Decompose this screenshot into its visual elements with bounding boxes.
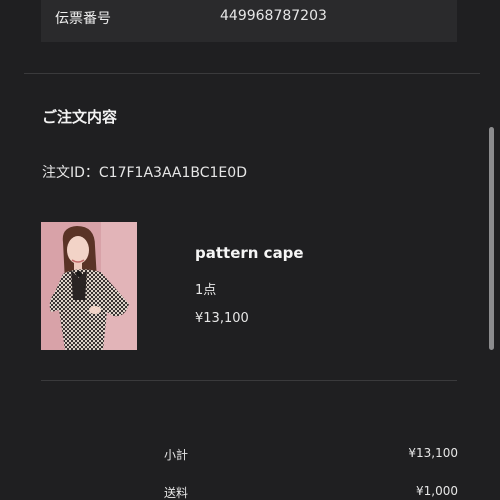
- tracking-number-label: 伝票番号: [55, 11, 111, 27]
- subtotal-value: ¥13,100: [408, 446, 458, 460]
- scrollbar-thumb[interactable]: [489, 127, 494, 350]
- section-divider: [24, 73, 480, 74]
- tracking-number-value: 449968787203: [220, 8, 327, 24]
- shipping-value: ¥1,000: [416, 484, 458, 498]
- shipping-label: 送料: [164, 486, 189, 500]
- summary-divider: [41, 380, 457, 381]
- order-id: 注文ID：C17F1A3AA1BC1E0D: [42, 165, 247, 181]
- order-details-title: ご注文内容: [42, 108, 118, 126]
- subtotal-label: 小計: [164, 448, 189, 462]
- product-quantity: 1点: [195, 283, 217, 298]
- product-image[interactable]: [41, 222, 137, 350]
- product-price: ¥13,100: [195, 311, 249, 326]
- product-name[interactable]: pattern cape: [195, 244, 304, 262]
